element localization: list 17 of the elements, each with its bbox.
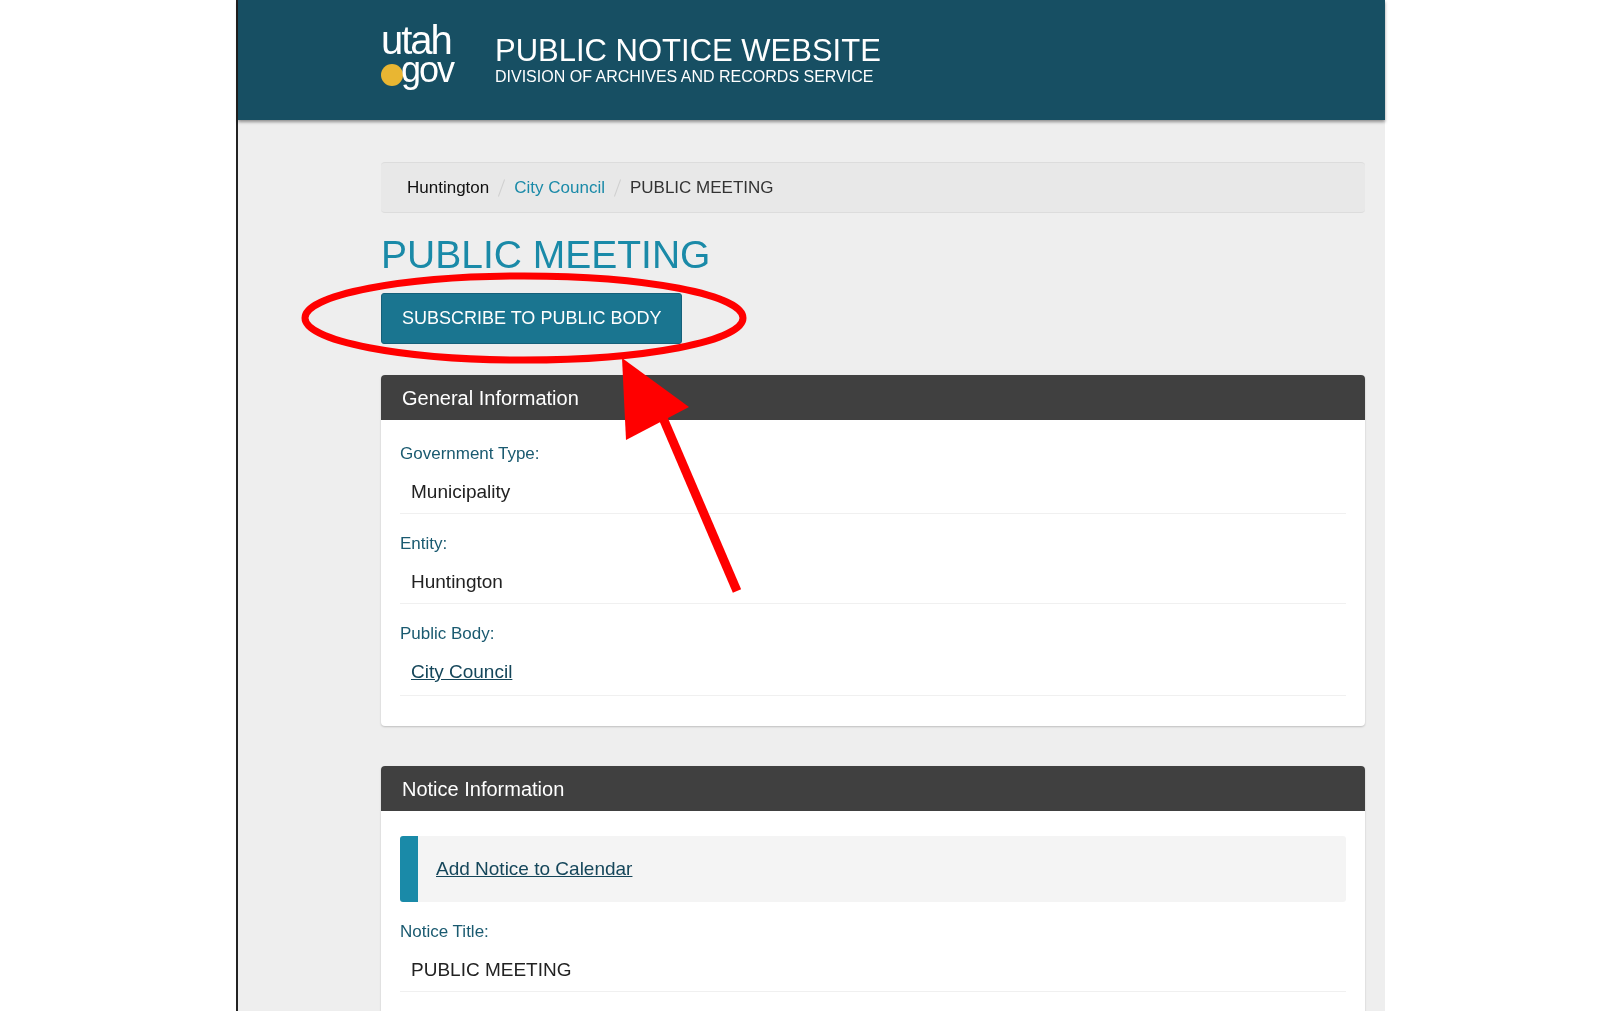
field-label: Public Body: bbox=[400, 623, 496, 645]
site-title: PUBLIC NOTICE WEBSITE bbox=[495, 34, 881, 68]
add-to-calendar-link[interactable]: Add Notice to Calendar bbox=[436, 854, 633, 884]
field-value: PUBLIC MEETING bbox=[411, 959, 573, 981]
subscribe-button[interactable]: SUBSCRIBE TO PUBLIC BODY bbox=[381, 293, 683, 344]
field-value: Municipality bbox=[411, 481, 512, 503]
field-value: Huntington bbox=[411, 571, 504, 593]
panel-heading: Notice Information bbox=[381, 766, 1365, 811]
breadcrumb-current: PUBLIC MEETING bbox=[629, 176, 774, 199]
breadcrumb-item[interactable]: Huntington bbox=[407, 174, 490, 201]
site-subtitle: DIVISION OF ARCHIVES AND RECORDS SERVICE bbox=[495, 68, 875, 86]
page-title: PUBLIC MEETING bbox=[381, 233, 712, 277]
field-label: Government Type: bbox=[400, 443, 541, 465]
panel-heading: General Information bbox=[381, 375, 1365, 420]
field-label: Notice Title: bbox=[400, 921, 490, 943]
field-label: Entity: bbox=[400, 533, 449, 555]
field-value-link[interactable]: City Council bbox=[411, 661, 513, 683]
